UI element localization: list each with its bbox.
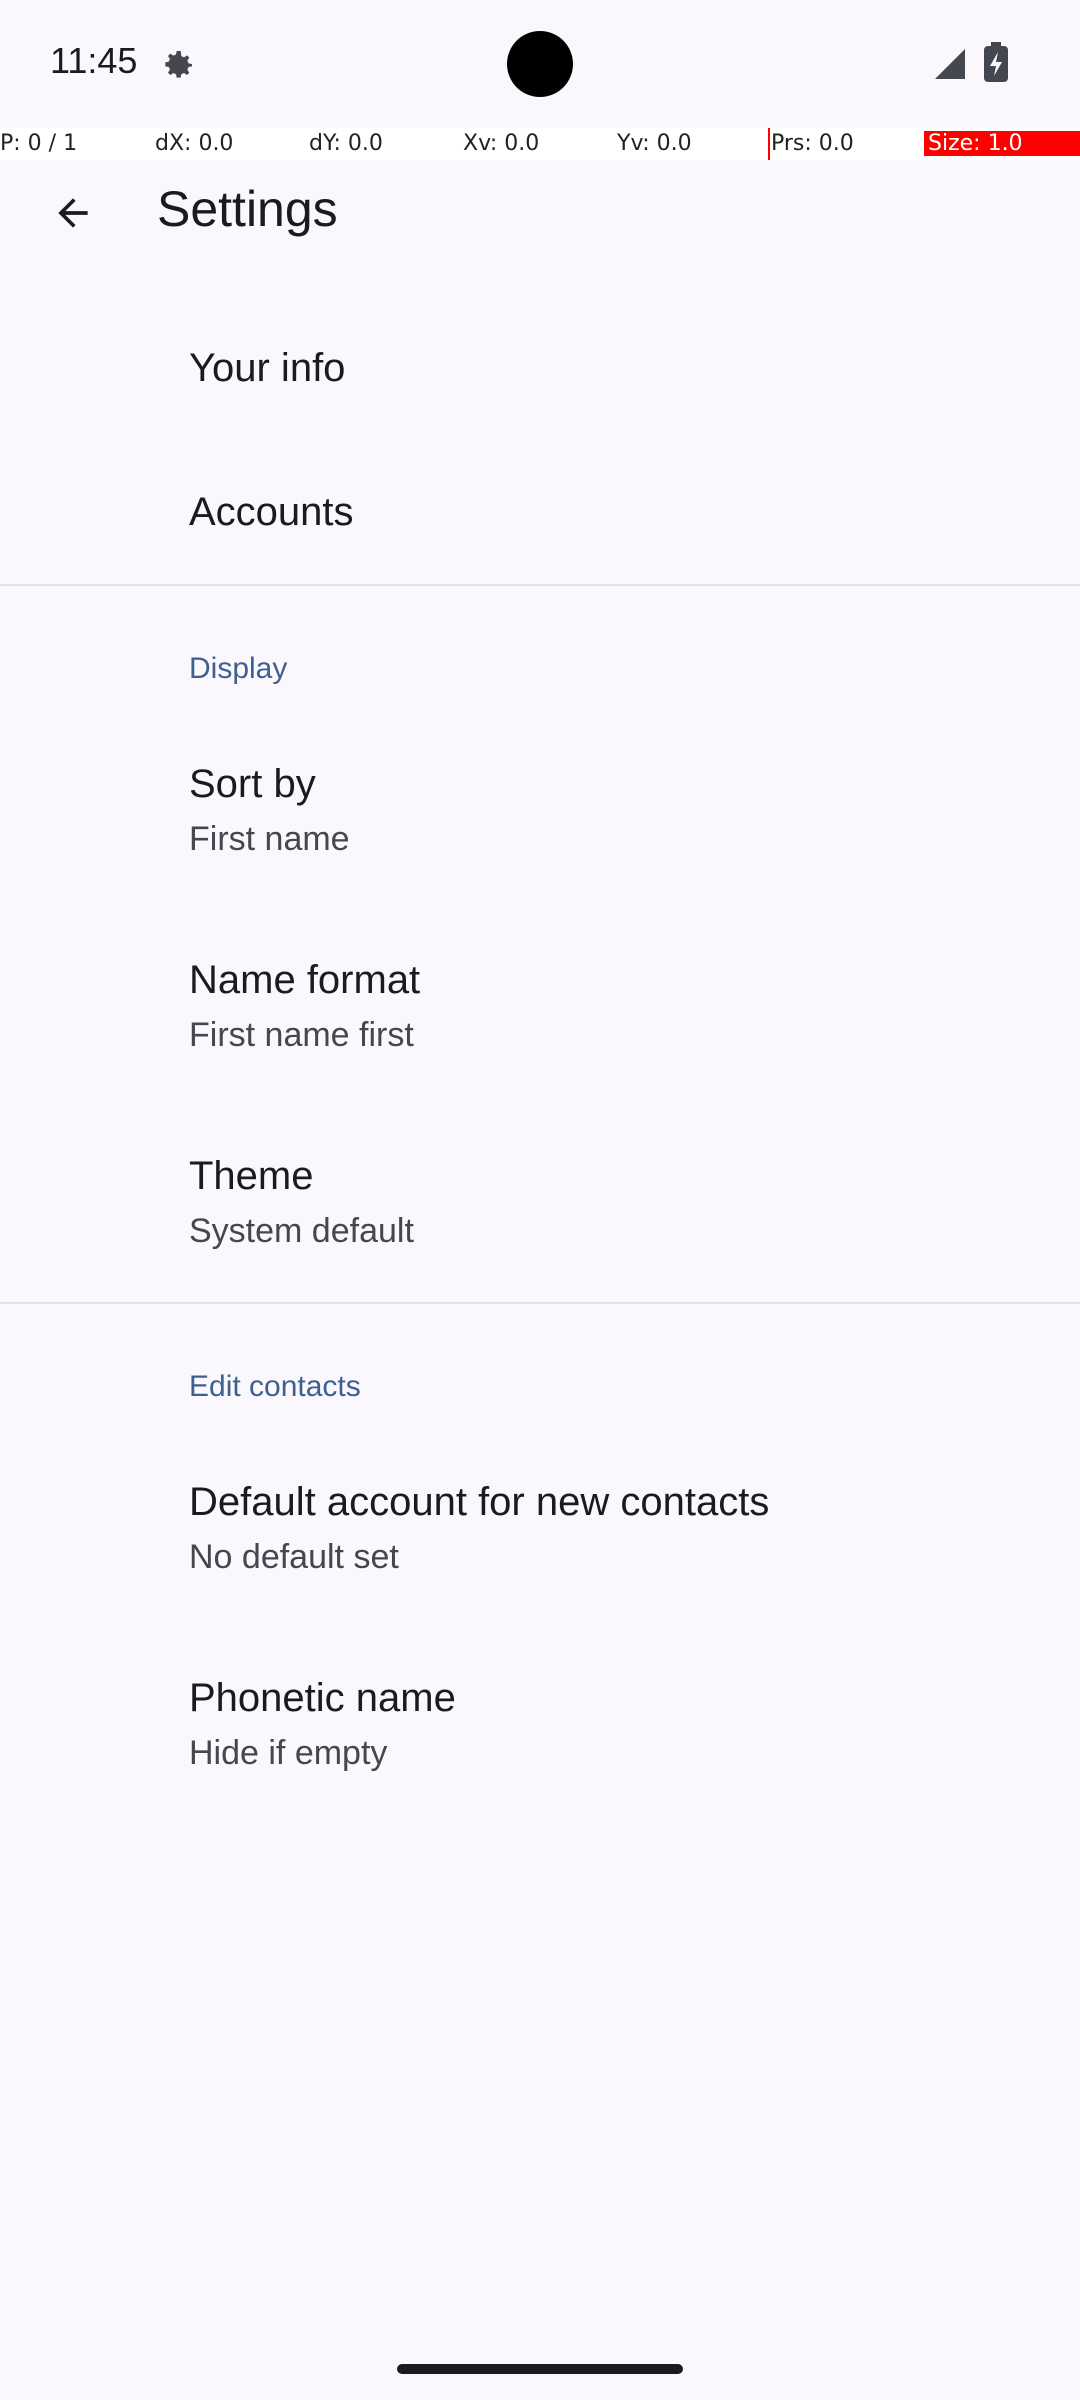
status-time: 11:45: [50, 40, 138, 81]
item-label: Your info: [189, 346, 346, 390]
item-value: System default: [189, 1212, 414, 1250]
item-label: Theme: [189, 1154, 314, 1198]
settings-item-phonetic-name[interactable]: Phonetic name Hide if empty: [0, 1654, 1080, 1824]
item-label: Sort by: [189, 762, 316, 806]
debug-separator: [768, 128, 770, 160]
status-bar: 11:45: [0, 0, 1080, 128]
cell-signal-icon: [932, 46, 968, 82]
arrow-back-icon: [58, 198, 88, 228]
debug-prs: Prs: 0.0: [771, 131, 854, 156]
item-value: No default set: [189, 1538, 399, 1576]
section-header-display: Display: [189, 652, 288, 685]
settings-item-accounts[interactable]: Accounts: [0, 448, 1080, 576]
debug-size: Size: 1.0: [924, 131, 1080, 156]
settings-notification-icon: [157, 46, 197, 86]
pointer-location-overlay: P: 0 / 1 dX: 0.0 dY: 0.0 Xv: 0.0 Yv: 0.0…: [0, 128, 1080, 160]
debug-dx: dX: 0.0: [155, 131, 234, 156]
top-app-bar: Settings: [0, 160, 1080, 260]
battery-charging-icon: [984, 42, 1008, 82]
section-divider: [0, 584, 1080, 586]
item-value: First name first: [189, 1016, 414, 1054]
settings-item-name-format[interactable]: Name format First name first: [0, 936, 1080, 1106]
settings-item-default-account[interactable]: Default account for new contacts No defa…: [0, 1458, 1080, 1628]
back-button[interactable]: [40, 180, 106, 246]
settings-item-your-info[interactable]: Your info: [0, 310, 1080, 428]
debug-xv: Xv: 0.0: [463, 131, 540, 156]
debug-pointer: P: 0 / 1: [0, 131, 78, 156]
settings-item-theme[interactable]: Theme System default: [0, 1132, 1080, 1302]
home-gesture-bar[interactable]: [397, 2364, 683, 2374]
item-label: Phonetic name: [189, 1676, 456, 1720]
section-divider: [0, 1302, 1080, 1304]
item-label: Default account for new contacts: [189, 1480, 770, 1524]
page-title: Settings: [157, 181, 338, 237]
item-value: Hide if empty: [189, 1734, 388, 1772]
section-header-edit-contacts: Edit contacts: [189, 1370, 361, 1403]
settings-item-sort-by[interactable]: Sort by First name: [0, 740, 1080, 910]
item-value: First name: [189, 820, 350, 858]
camera-cutout: [507, 31, 573, 97]
debug-yv: Yv: 0.0: [617, 131, 692, 156]
item-label: Accounts: [189, 490, 354, 534]
debug-dy: dY: 0.0: [309, 131, 383, 156]
item-label: Name format: [189, 958, 421, 1002]
